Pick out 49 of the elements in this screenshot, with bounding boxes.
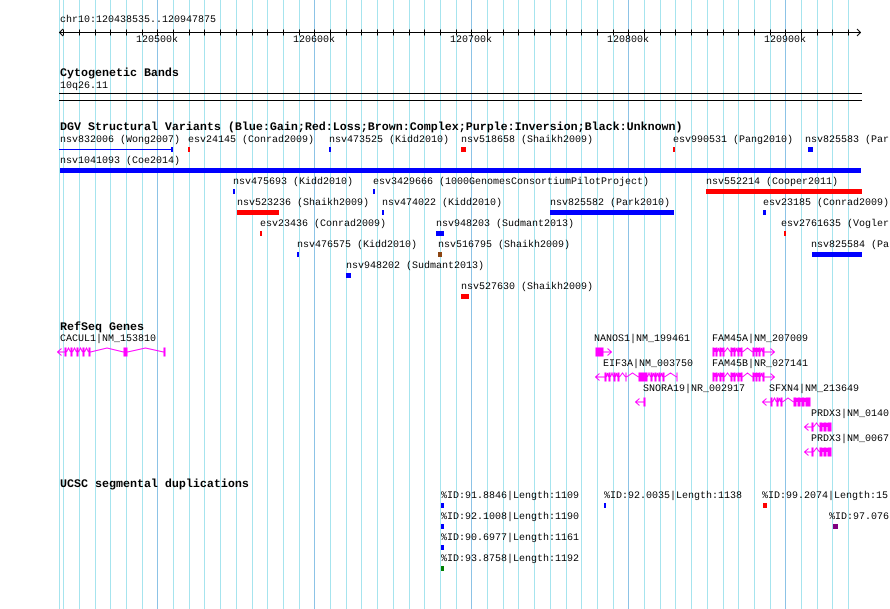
variant-label: nsv475693 (Kidd2010) [233, 177, 354, 188]
gene-label: NANOS1|NM_199461 [594, 334, 690, 345]
variant-label: nsv825582 (Park2010) [550, 198, 670, 209]
variant-label: esv24145 (Conrad2009) [188, 135, 314, 146]
track-title: DGV Structural Variants (Blue:Gain;Red:Loss;Brown:Complex;Purple:Inversion;Black:Unknown) [60, 121, 683, 133]
gene-label: SFXN4|NM_213649 [769, 384, 860, 395]
variant-label: nsv1041093 (Coe2014) [60, 156, 180, 167]
gene-label: CACUL1|NM_153810 [60, 334, 156, 345]
track-title: Cytogenetic Bands [60, 67, 179, 79]
gene-label: PRDX3|NM_0140 [811, 409, 890, 420]
segdup-label: %ID:92.1008|Length:1190 [441, 512, 580, 523]
ruler-tick-label: 120800k [607, 35, 650, 46]
variant-label: nsv825584 (Pa [811, 240, 890, 251]
variant-label: nsv948202 (Sudmant2013) [346, 261, 484, 272]
segdup-label: %ID:97.076 [829, 512, 890, 523]
variant-label: esv3429666 (1000GenomesConsortiumPilotProject) [373, 177, 650, 188]
segdup-label: %ID:99.2074|Length:15 [762, 491, 888, 502]
gene-label: FAM45A|NM_207009 [712, 334, 808, 345]
variant-label: nsv527630 (Shaikh2009) [461, 282, 594, 293]
variant-label: nsv523236 (Shaikh2009) [237, 198, 370, 209]
variant-label: nsv948203 (Sudmant2013) [436, 219, 574, 230]
segdup-label: %ID:92.0035|Length:1138 [604, 491, 742, 502]
cytoband-label: 10q26.11 [60, 81, 108, 92]
track-title: UCSC segmental duplications [60, 478, 249, 490]
segdup-label: %ID:93.8758|Length:1192 [441, 554, 580, 565]
gene-label: SNORA19|NR_002917 [643, 384, 746, 395]
ruler-tick-label: 120500k [136, 35, 178, 46]
variant-label: nsv516795 (Shaikh2009) [438, 240, 570, 251]
track-title: RefSeq Genes [60, 321, 144, 333]
variant-label: nsv552214 (Cooper2011) [706, 177, 838, 188]
variant-label: nsv474022 (Kidd2010) [382, 198, 502, 209]
variant-label: nsv473525 (Kidd2010) [329, 135, 450, 146]
gene-label: FAM45B|NR_027141 [712, 359, 808, 370]
variant-label: esv990531 (Pang2010) [673, 135, 794, 146]
ruler-tick-label: 120600k [293, 35, 336, 46]
variant-label: nsv476575 (Kidd2010) [297, 240, 418, 251]
gene-label: EIF3A|NM_003750 [603, 359, 694, 370]
variant-label: esv23185 (Conrad2009) [763, 198, 890, 209]
variant-label: esv23436 (Conrad2009) [260, 219, 386, 230]
gene-label: PRDX3|NM_0067 [811, 434, 890, 445]
variant-label: nsv518658 (Shaikh2009) [461, 135, 594, 146]
ruler-tick-label: 120900k [764, 35, 806, 46]
variant-label: nsv825583 (Par [805, 135, 890, 146]
genomic-region-label: chr10:120438535..120947875 [60, 15, 216, 26]
ruler-tick-label: 120700k [450, 35, 492, 46]
variant-label: esv2761635 (Vogler [781, 219, 890, 230]
segdup-label: %ID:90.6977|Length:1161 [441, 533, 580, 544]
segdup-label: %ID:91.8846|Length:1109 [441, 491, 580, 502]
variant-label: nsv832006 (Wong2007) [60, 135, 180, 146]
